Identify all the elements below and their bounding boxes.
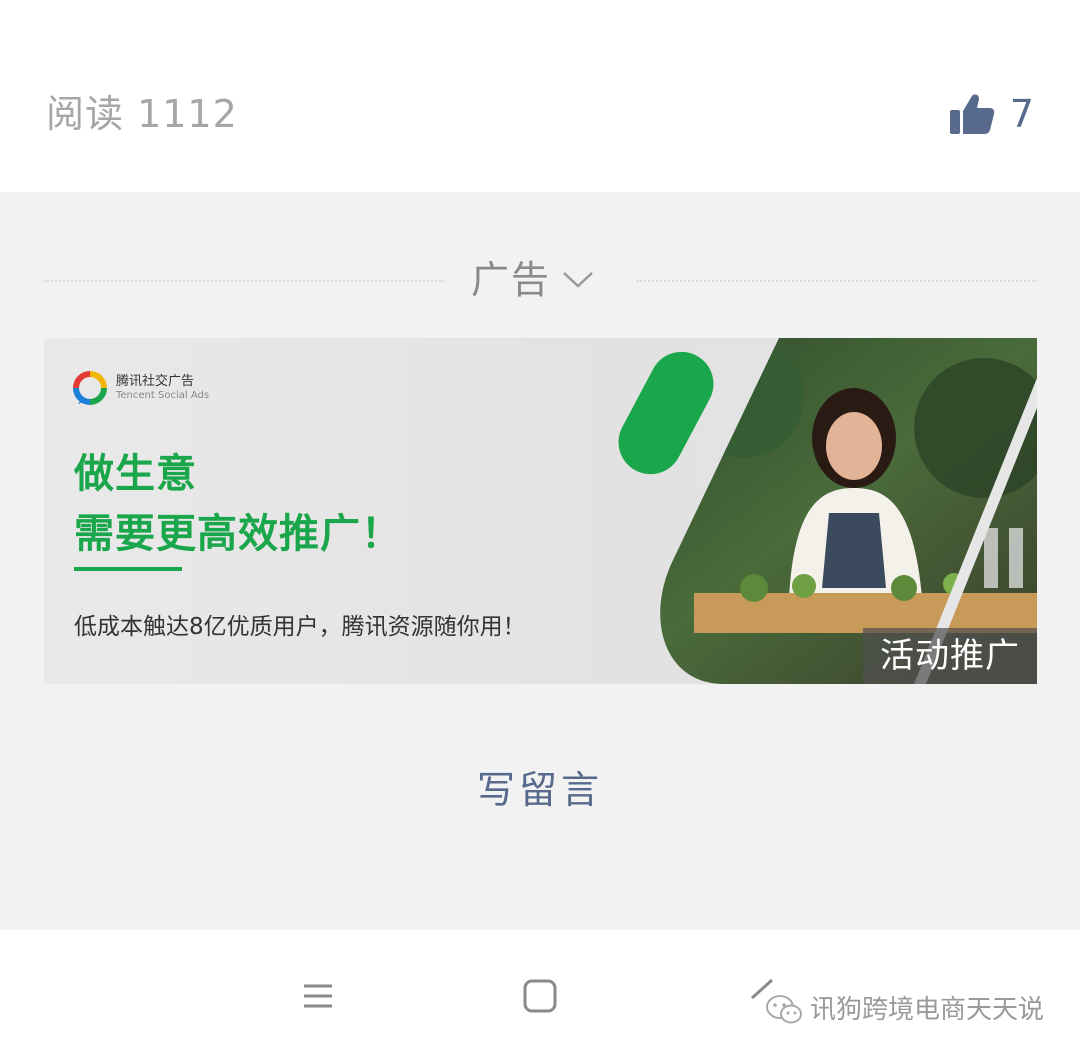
divider-left <box>44 280 444 282</box>
ad-description: 低成本触达8亿优质用户，腾讯资源随你用！ <box>74 614 526 640</box>
brand-name-cn: 腾讯社交广告 <box>116 374 195 389</box>
ad-headline: 做生意 需要更高效推广！ <box>74 444 402 564</box>
divider-right <box>637 280 1037 282</box>
ad-cta-button[interactable]: 活动推广 <box>863 628 1037 684</box>
wechat-icon <box>765 995 802 1024</box>
brand-name-en: Tencent Social Ads <box>116 390 210 401</box>
ad-headline-line2: 需要更高效推广！ <box>74 511 402 557</box>
write-comment-link[interactable]: 写留言 <box>0 760 1080 820</box>
like-count: 7 <box>1009 92 1034 136</box>
like-button[interactable]: 7 <box>948 86 1034 142</box>
read-count: 阅读 1112 <box>46 92 238 136</box>
ad-brand: 腾讯社交广告 Tencent Social Ads <box>72 370 209 406</box>
home-icon[interactable] <box>518 974 562 1018</box>
article-stats-bar: 阅读 1112 7 <box>0 0 1080 192</box>
chevron-down-icon <box>563 272 593 288</box>
system-nav-bar: 讯狗跨境电商天天说 <box>0 930 1080 1059</box>
ad-headline-line1: 做生意 <box>74 451 197 497</box>
tencent-social-ads-logo-icon <box>73 371 107 405</box>
watermark-text: 讯狗跨境电商天天说 <box>809 995 1044 1025</box>
ad-banner[interactable]: 腾讯社交广告 Tencent Social Ads 做生意 需要更高效推广！ 低… <box>44 338 1037 684</box>
ad-label-row: 广告 <box>44 252 1037 308</box>
thumbs-up-icon <box>949 94 995 134</box>
menu-icon[interactable] <box>296 974 340 1018</box>
headline-underline <box>74 567 182 571</box>
ad-label-toggle[interactable]: 广告 <box>471 256 595 304</box>
watermark: 讯狗跨境电商天天说 <box>764 992 1044 1028</box>
ad-label: 广告 <box>471 258 552 302</box>
